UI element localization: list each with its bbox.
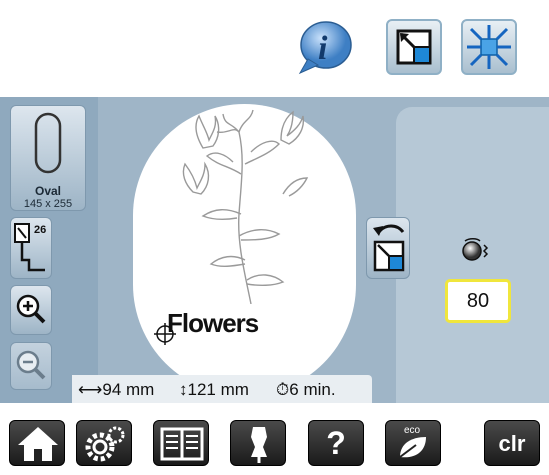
info-button[interactable]: i [296,19,352,75]
center-arrows-icon [467,25,511,69]
left-toolbar: Oval 145 x 255 26 [0,97,98,403]
center-design-button[interactable] [461,19,517,75]
book-icon [160,427,204,461]
crosshair-icon [154,323,176,345]
oval-hoop-icon [34,112,62,174]
bottom-toolbar: ? eco clr [0,403,549,475]
design-height: ↕121 mm [179,380,249,399]
flower-design-icon [182,109,309,304]
design-width-value: 94 mm [102,380,155,399]
info-icon: i [298,21,352,75]
resize-icon [396,29,432,65]
help-button[interactable]: ? [308,420,364,466]
clock-icon: ⏱ [276,380,290,399]
tutorial-button[interactable] [153,420,209,466]
design-height-value: 121 mm [187,380,249,399]
eco-label: eco [404,425,421,436]
design-info-bar: ⟷94 mm ↕121 mm ⏱6 min. [72,375,372,403]
help-label: ? [326,425,346,461]
zoom-in-icon [16,294,46,324]
presser-foot-button[interactable]: 26 [10,217,52,279]
design-name: Flowers [167,308,259,338]
clr-label: clr [498,431,526,456]
rotate-icon [373,224,405,272]
hoop-select-button[interactable]: Oval 145 x 255 [10,105,86,211]
design-width: ⟷94 mm [78,380,155,399]
zoom-out-button[interactable] [10,342,52,390]
clear-button[interactable]: clr [484,420,540,466]
eco-button[interactable]: eco [385,420,441,466]
resize-button[interactable] [386,19,442,75]
zoom-out-icon [16,350,46,380]
speed-value[interactable]: 80 [445,279,511,323]
creative-consultant-button[interactable] [230,420,286,466]
home-button[interactable] [9,420,65,466]
stitch-time: ⏱6 min. [276,380,336,400]
svg-text:i: i [318,30,328,67]
rotate-button[interactable] [366,217,410,279]
embroidery-workspace: Oval 145 x 255 26 Flowers 80 [0,97,549,403]
stitch-time-value: 6 min. [289,380,336,399]
home-icon [18,427,58,461]
hoop-canvas[interactable] [133,104,356,396]
zoom-in-button[interactable] [10,285,52,335]
hoop-name: Oval [34,184,61,198]
speed-icon [462,238,489,261]
gear-icon [85,426,125,462]
presser-foot-icon [14,223,45,272]
setup-button[interactable] [76,420,132,466]
dress-form-icon [251,427,267,463]
presser-foot-number: 26 [34,224,47,236]
hoop-size: 145 x 255 [23,198,73,210]
